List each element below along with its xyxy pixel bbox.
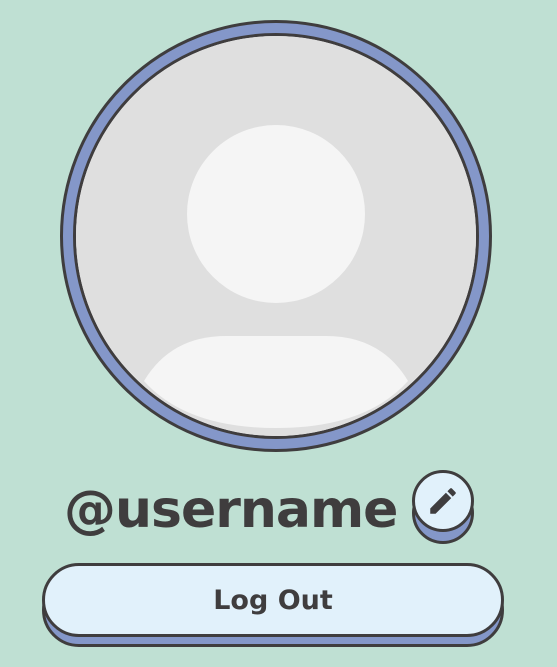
logout-button[interactable]: Log Out — [42, 563, 504, 637]
default-user-avatar-icon — [76, 36, 476, 436]
username-row: @username — [64, 470, 398, 550]
edit-username-control — [412, 470, 478, 548]
logout-control: Log Out — [42, 563, 504, 647]
profile-page: @username Log Out — [0, 0, 557, 667]
username-label: @username — [64, 480, 398, 540]
pencil-icon — [430, 488, 456, 514]
edit-username-button[interactable] — [412, 470, 474, 532]
avatar — [73, 33, 479, 439]
